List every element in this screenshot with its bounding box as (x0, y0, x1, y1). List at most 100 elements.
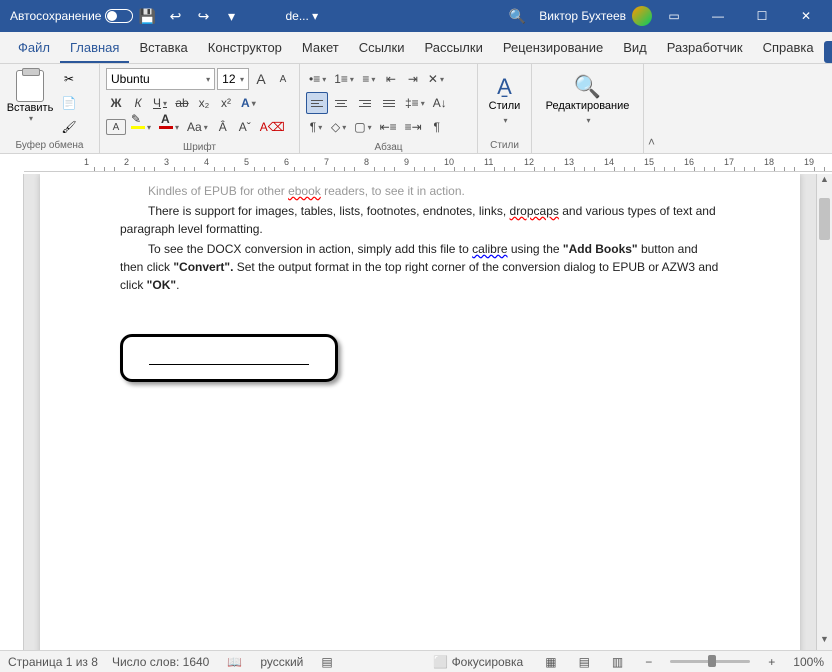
styles-button[interactable]: A̱ Стили ▾ (484, 68, 525, 126)
page-count[interactable]: Страница 1 из 8 (8, 655, 98, 669)
collapse-ribbon-icon[interactable]: ˄ (644, 131, 664, 153)
font-color-button[interactable]: ▾ (156, 116, 182, 138)
document-text[interactable]: Kindles of EPUB for other ebook readers,… (120, 182, 720, 382)
scroll-track[interactable] (817, 190, 832, 634)
multilevel-button[interactable]: ≡▾ (359, 68, 379, 90)
spellcheck-error[interactable]: dropcaps (510, 204, 559, 218)
tab-insert[interactable]: Вставка (129, 34, 197, 63)
page[interactable]: Kindles of EPUB for other ebook readers,… (40, 174, 800, 650)
language-status[interactable]: русский (260, 655, 303, 669)
accessibility-icon[interactable]: ▤ (317, 655, 336, 669)
char-border-button[interactable]: A (106, 119, 126, 135)
tab-mailings[interactable]: Рассылки (414, 34, 492, 63)
ruler-number: 2 (124, 157, 129, 167)
align-right-button[interactable] (354, 92, 376, 114)
show-marks-button[interactable]: ¶▾ (306, 116, 326, 138)
superscript-button[interactable]: x² (216, 92, 236, 114)
ribbon-options-icon[interactable]: ▭ (652, 0, 696, 32)
indent-left-button[interactable]: ⇤≡ (377, 116, 400, 138)
zoom-level[interactable]: 100% (793, 655, 824, 669)
align-center-button[interactable] (330, 92, 352, 114)
strikethrough-button[interactable]: ab (172, 92, 192, 114)
spellcheck-error[interactable]: ebook (288, 184, 321, 198)
align-left-button[interactable] (306, 92, 328, 114)
clear-formatting-button[interactable]: A⌫ (257, 116, 288, 138)
tab-developer[interactable]: Разработчик (657, 34, 753, 63)
print-layout-icon[interactable]: ▤ (575, 655, 594, 669)
grammar-error[interactable]: calibre (472, 242, 507, 256)
tab-help[interactable]: Справка (753, 34, 824, 63)
scroll-down-icon[interactable]: ▼ (817, 634, 832, 650)
grow-font2-button[interactable]: Â (213, 116, 233, 138)
tab-design[interactable]: Конструктор (198, 34, 292, 63)
web-layout-icon[interactable]: ▥ (608, 655, 627, 669)
zoom-in-icon[interactable]: + (764, 655, 779, 669)
close-icon[interactable]: ✕ (784, 0, 828, 32)
save-icon[interactable]: 💾 (133, 2, 161, 30)
tab-file[interactable]: Файл (8, 34, 60, 63)
justify-button[interactable] (378, 92, 400, 114)
horizontal-ruler[interactable]: 12345678910111213141516171819 (24, 154, 832, 172)
group-paragraph: •≡▾ 1≡▾ ≡▾ ⇤ ⇥ ✕▾ ‡≡▾ A↓ ¶▾ ◇▾ ▢▾ ⇤≡ ≡⇥ … (300, 64, 478, 153)
rounded-rectangle-shape[interactable] (120, 334, 338, 382)
scroll-thumb[interactable] (819, 198, 830, 240)
highlight-button[interactable]: ▾ (128, 116, 154, 138)
decrease-indent-button[interactable]: ⇤ (381, 68, 401, 90)
borders-button[interactable]: ▢▾ (351, 116, 374, 138)
shrink-font-button[interactable]: A (273, 68, 293, 90)
asian-layout-button[interactable]: ✕▾ (425, 68, 447, 90)
font-name-combo[interactable]: Ubuntu▾ (106, 68, 215, 90)
copy-icon[interactable]: 📄 (58, 92, 80, 114)
qat-dropdown-icon[interactable]: ▾ (217, 2, 245, 30)
find-icon: 🔍 (538, 74, 637, 100)
vertical-ruler[interactable] (0, 174, 24, 650)
shrink-font2-button[interactable]: Aˇ (235, 116, 255, 138)
sort-button[interactable]: A↓ (430, 92, 450, 114)
tab-review[interactable]: Рецензирование (493, 34, 613, 63)
minimize-icon[interactable]: — (696, 0, 740, 32)
read-mode-icon[interactable]: ▦ (541, 655, 560, 669)
text-effects-button[interactable]: A▾ (238, 92, 259, 114)
scroll-up-icon[interactable]: ▲ (817, 174, 832, 190)
cut-icon[interactable]: ✂ (58, 68, 80, 90)
numbering-button[interactable]: 1≡▾ (331, 68, 357, 90)
autosave-label: Автосохранение (10, 9, 101, 23)
zoom-out-icon[interactable]: − (641, 655, 656, 669)
redo-icon[interactable]: ↪ (189, 2, 217, 30)
toggle-switch-icon[interactable] (105, 9, 133, 23)
tab-home[interactable]: Главная (60, 34, 129, 63)
ruler-number: 11 (484, 157, 493, 167)
share-button[interactable]: 🔗 Поделиться (824, 41, 832, 63)
maximize-icon[interactable]: ☐ (740, 0, 784, 32)
avatar-icon[interactable] (632, 6, 652, 26)
indent-right-button[interactable]: ≡⇥ (402, 116, 425, 138)
vertical-scrollbar[interactable]: ▲ ▼ (816, 174, 832, 650)
paste-button[interactable]: Вставить ▾ (6, 68, 54, 138)
subscript-button[interactable]: x₂ (194, 92, 214, 114)
bold-button[interactable]: Ж (106, 92, 126, 114)
autosave-toggle[interactable]: Автосохранение (10, 9, 133, 23)
bullets-button[interactable]: •≡▾ (306, 68, 329, 90)
zoom-slider[interactable] (670, 660, 750, 663)
undo-icon[interactable]: ↩ (161, 2, 189, 30)
focus-mode-button[interactable]: ⬜ Фокусировка (429, 655, 527, 669)
shading-button[interactable]: ◇▾ (328, 116, 349, 138)
font-size-combo[interactable]: 12▾ (217, 68, 249, 90)
para-marks-button[interactable]: ¶ (427, 116, 447, 138)
word-count[interactable]: Число слов: 1640 (112, 655, 209, 669)
editing-button[interactable]: 🔍 Редактирование ▾ (538, 68, 637, 126)
document-scroll[interactable]: Kindles of EPUB for other ebook readers,… (24, 174, 816, 650)
increase-indent-button[interactable]: ⇥ (403, 68, 423, 90)
document-title[interactable]: de... ▾ (285, 9, 318, 23)
spellcheck-status-icon[interactable]: 📖 (223, 655, 246, 669)
grow-font-button[interactable]: A (251, 68, 271, 90)
change-case-button[interactable]: Aa▾ (184, 116, 211, 138)
tab-view[interactable]: Вид (613, 34, 657, 63)
search-icon[interactable]: 🔍 (503, 2, 531, 30)
line-spacing-button[interactable]: ‡≡▾ (402, 92, 428, 114)
user-name[interactable]: Виктор Бухтеев (539, 9, 626, 23)
tab-references[interactable]: Ссылки (349, 34, 415, 63)
ruler-number: 7 (324, 157, 329, 167)
tab-layout[interactable]: Макет (292, 34, 349, 63)
format-painter-icon[interactable]: 🖌 (58, 116, 80, 138)
